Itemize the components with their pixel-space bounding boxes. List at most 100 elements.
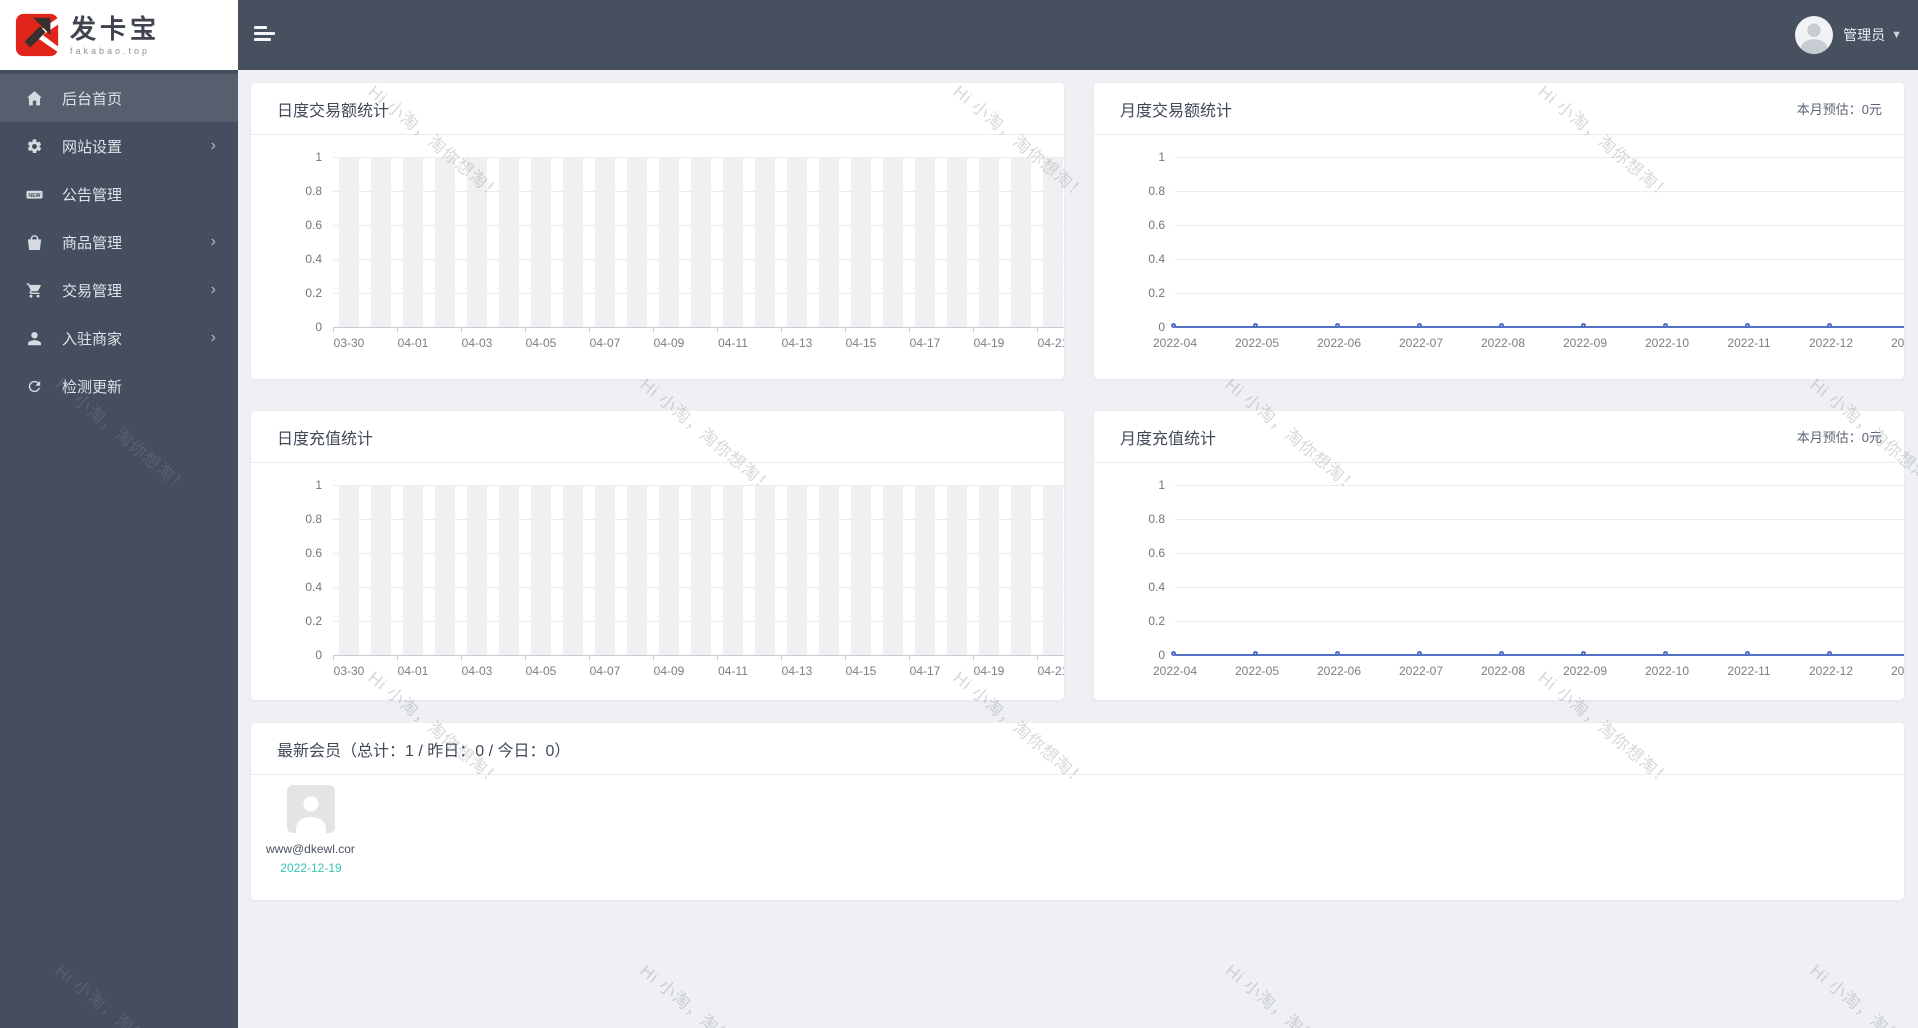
y-axis-label: 0	[1158, 320, 1165, 334]
member-email: www@dkewl.com	[266, 842, 355, 856]
brand-logo[interactable]: 发卡宝 fakabao.top	[0, 0, 238, 70]
x-axis-label: 2022-06	[1316, 664, 1362, 678]
card-header: 最新会员（总计：1 / 昨日：0 / 今日：0）	[251, 723, 1904, 775]
sidebar-item-merchants[interactable]: 入驻商家 ›	[0, 314, 238, 362]
x-axis-label: 04-09	[653, 664, 685, 678]
person-icon	[25, 329, 43, 347]
bar-background	[499, 157, 519, 327]
user-menu[interactable]: 管理员 ▼	[1795, 0, 1902, 70]
bar-background	[1011, 157, 1031, 327]
sidebar-nav: 后台首页 网站设置 › NEW 公告管理商品管理 › 交易管理 › 入驻商家 › 检测更新	[0, 70, 238, 410]
sidebar-item-check-update[interactable]: 检测更新	[0, 362, 238, 410]
bar-background	[723, 485, 743, 655]
chevron-down-icon: ▼	[1891, 29, 1902, 41]
daily-trade-chart: 1 0.8 0.6 0.4 0.2 0 03-30 04-01 04-03 04-05 04-07 0…	[251, 150, 1064, 367]
grid-line	[1175, 293, 1904, 294]
x-axis-tick	[845, 327, 846, 332]
x-axis-tick	[461, 655, 462, 660]
bar-background	[531, 157, 551, 327]
y-axis-label: 0.8	[1148, 184, 1165, 198]
page: { "watermark": { "text": "Hi 小淘，淘你想淘！" }…	[0, 0, 1918, 1028]
brand-text: 发卡宝 fakabao.top	[70, 15, 160, 56]
sidebar-item-label: 商品管理	[62, 234, 123, 252]
x-axis-label: 2022-07	[1398, 664, 1444, 678]
x-axis-label: 04-11	[718, 664, 748, 678]
x-axis-tick	[909, 327, 910, 332]
bar-background	[851, 485, 871, 655]
x-axis-label: 2022-06	[1316, 336, 1362, 350]
daily-recharge-card: 日度充值统计 1 0.8 0.6 0.4 0.2 0 03-30 04-01 04-03 04-0…	[251, 411, 1064, 700]
x-axis-label: 04-05	[525, 664, 557, 678]
monthly-recharge-card: 月度充值统计 本月预估：0元 1 0.8 0.6 0.4 0.2 0 2022-04 2022…	[1094, 411, 1904, 700]
monthly-estimate-label: 本月预估：0元	[1796, 102, 1882, 117]
bar-background	[627, 157, 647, 327]
x-axis-tick	[589, 655, 590, 660]
member-item[interactable]: www@dkewl.com 2022-12-19	[265, 785, 357, 875]
x-axis-label: 04-09	[653, 336, 685, 350]
sidebar-item-label: 公告管理	[62, 186, 123, 204]
data-point-marker	[1499, 651, 1504, 656]
bar-background	[339, 157, 359, 327]
monthly-trade-card: 月度交易额统计 本月预估：0元 1 0.8 0.6 0.4 0.2 0 2022-04 202…	[1094, 83, 1904, 379]
sidebar-item-trades[interactable]: 交易管理 ›	[0, 266, 238, 314]
x-axis-label: 04-03	[461, 664, 493, 678]
sidebar-item-site-settings[interactable]: 网站设置 ›	[0, 122, 238, 170]
bar-background	[659, 485, 679, 655]
bar-background	[435, 485, 455, 655]
y-axis-label: 0.2	[305, 286, 322, 300]
bar-background	[499, 485, 519, 655]
menu-toggle-icon[interactable]	[254, 26, 276, 43]
member-avatar	[287, 785, 335, 833]
x-axis-label: 2022-08	[1480, 336, 1526, 350]
data-point-marker	[1417, 323, 1422, 328]
sidebar-item-announcements[interactable]: NEW 公告管理	[0, 170, 238, 218]
bar-background	[947, 157, 967, 327]
bar-background	[435, 157, 455, 327]
daily-trade-card: 日度交易额统计 1 0.8 0.6 0.4 0.2 0 03-30 04-01 04-03 04-…	[251, 83, 1064, 379]
monthly-recharge-chart: 1 0.8 0.6 0.4 0.2 0 2022-04 2022-05 2022-06 2022-…	[1094, 478, 1904, 695]
data-point-marker	[1581, 651, 1586, 656]
x-axis-tick	[1037, 327, 1038, 332]
grid-line	[1175, 621, 1904, 622]
card-title: 月度充值统计	[1120, 430, 1217, 448]
bar-background	[339, 485, 359, 655]
y-axis-label: 0.8	[1148, 512, 1165, 526]
grid-line	[1175, 485, 1904, 486]
bar-background	[371, 157, 391, 327]
x-axis-tick	[333, 655, 334, 660]
sidebar-item-home[interactable]: 后台首页	[0, 74, 238, 122]
x-axis-tick	[781, 327, 782, 332]
y-axis-label: 0.2	[305, 614, 322, 628]
bar-background	[371, 485, 391, 655]
x-axis-label: 2023-01	[1890, 664, 1904, 678]
data-point-marker	[1827, 651, 1832, 656]
x-axis-label: 2023-01	[1890, 336, 1904, 350]
data-point-marker	[1171, 323, 1176, 328]
card-title: 日度充值统计	[277, 430, 374, 448]
x-axis-label: 04-07	[589, 336, 621, 350]
y-axis-label: 0	[1158, 648, 1165, 662]
x-axis-label: 03-30	[333, 664, 365, 678]
new-badge-icon: NEW	[25, 185, 43, 203]
x-axis-label: 2022-07	[1398, 336, 1444, 350]
grid-line	[1175, 553, 1904, 554]
y-axis-label: 0.2	[1148, 614, 1165, 628]
y-axis-label: 0	[315, 320, 322, 334]
bar-background	[691, 485, 711, 655]
brand-domain: fakabao.top	[70, 45, 151, 56]
y-axis-label: 0.4	[305, 252, 322, 266]
x-axis-line	[333, 327, 1064, 328]
x-axis-label: 2022-11	[1727, 664, 1771, 678]
bar-background	[915, 157, 935, 327]
x-axis-label: 2022-09	[1562, 336, 1608, 350]
x-axis-label: 04-13	[781, 336, 813, 350]
y-axis-label: 0.4	[1148, 580, 1165, 594]
bag-icon	[25, 233, 43, 251]
x-axis-label: 2022-10	[1644, 664, 1690, 678]
sidebar-item-products[interactable]: 商品管理 ›	[0, 218, 238, 266]
bar-background	[819, 485, 839, 655]
card-title: 最新会员（总计：1 / 昨日：0 / 今日：0）	[277, 742, 571, 760]
person-icon	[296, 796, 326, 833]
data-point-marker	[1663, 651, 1668, 656]
bar-background	[723, 157, 743, 327]
